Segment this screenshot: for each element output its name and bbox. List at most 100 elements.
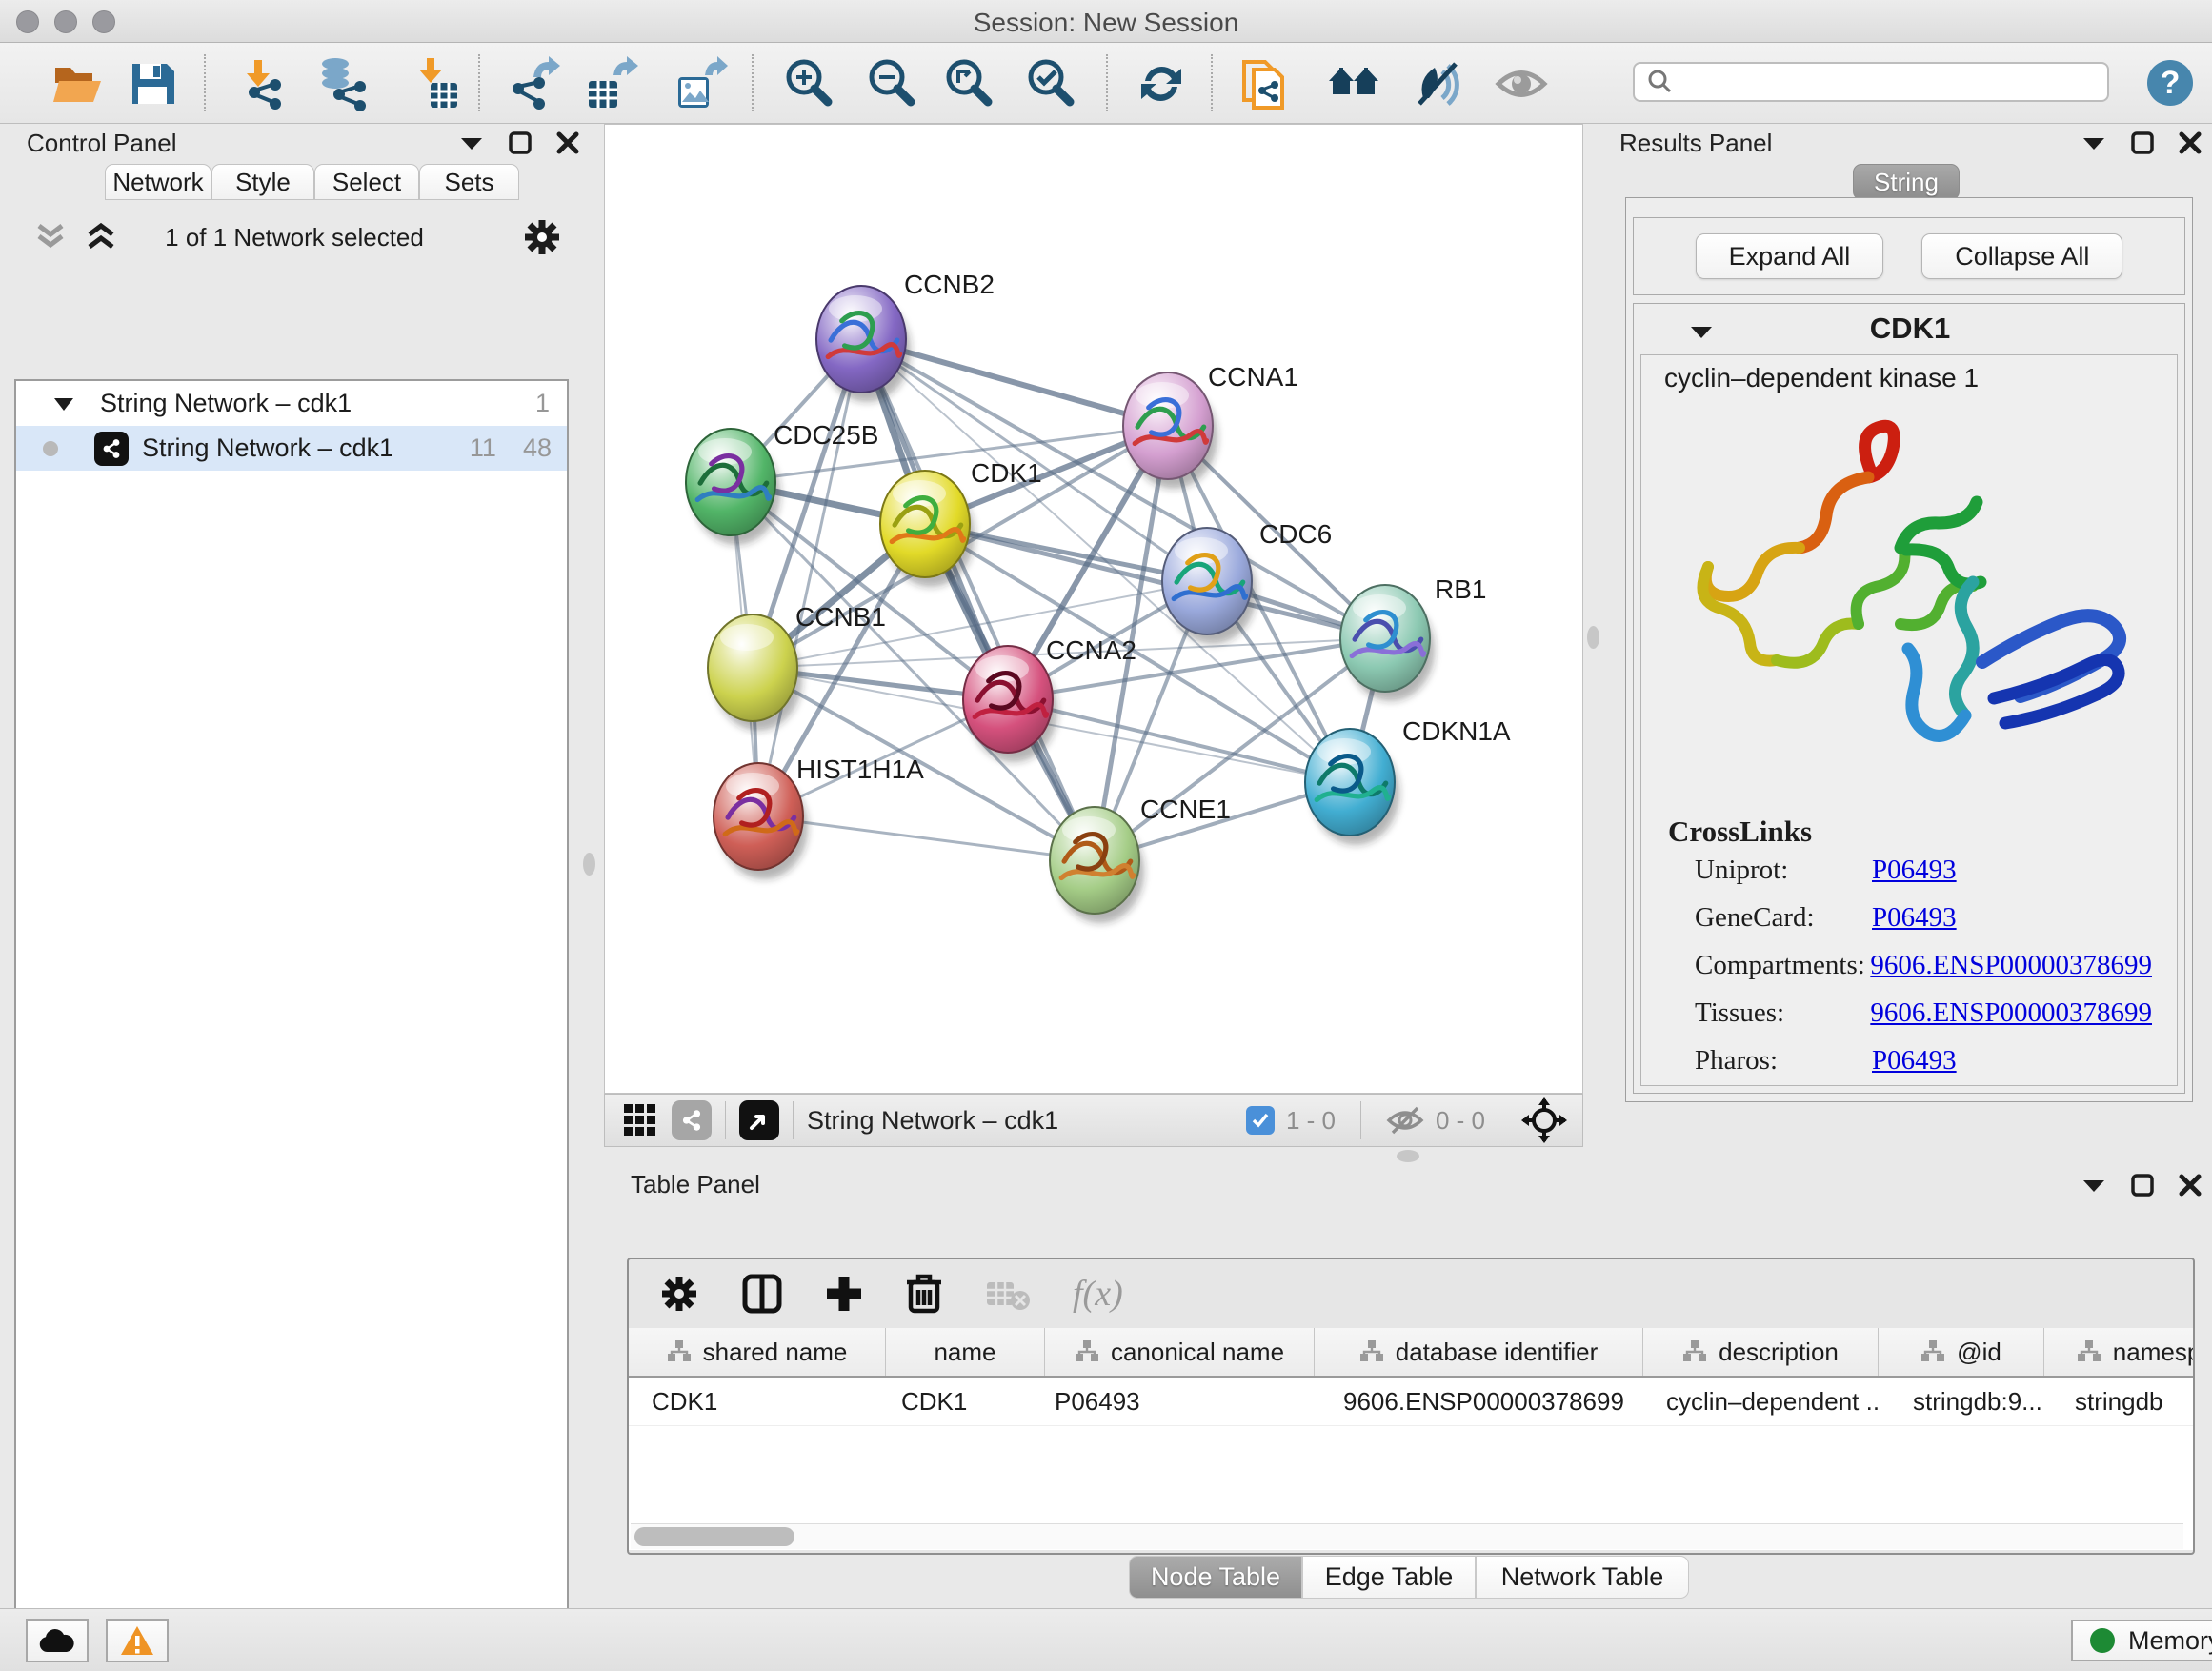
delete-table-icon[interactable]: [985, 1277, 1031, 1311]
birdseye-toggle-icon[interactable]: [739, 1100, 779, 1140]
grid-view-icon[interactable]: [622, 1102, 658, 1138]
toolbar-separator: [1211, 54, 1213, 111]
sort-hierarchy-icon: [1359, 1339, 1384, 1364]
crosslinks-list: Uniprot:P06493 GeneCard:P06493 Compartme…: [1695, 855, 2152, 1077]
column-header[interactable]: namespace: [2044, 1328, 2195, 1376]
panel-close-icon[interactable]: [2179, 131, 2202, 154]
panel-close-icon[interactable]: [556, 131, 579, 154]
panel-float-icon[interactable]: [2131, 131, 2154, 154]
network-collection-label: String Network – cdk1: [100, 389, 352, 418]
collapse-all-button[interactable]: Collapse All: [1921, 233, 2122, 279]
table-row[interactable]: CDK1 CDK1 P06493 9606.ENSP00000378699 cy…: [629, 1378, 2193, 1426]
export-network-icon[interactable]: [505, 56, 560, 111]
memory-button[interactable]: Memory: [2071, 1620, 2212, 1661]
tab-network[interactable]: Network: [105, 164, 211, 200]
table-header-row: shared name name canonical name database…: [629, 1328, 2193, 1378]
column-header[interactable]: description: [1643, 1328, 1879, 1376]
crosslink-pharos[interactable]: P06493: [1872, 1045, 1957, 1077]
column-header[interactable]: shared name: [629, 1328, 886, 1376]
column-header[interactable]: database identifier: [1315, 1328, 1643, 1376]
tab-select[interactable]: Select: [314, 164, 419, 200]
cloud-button[interactable]: [26, 1619, 89, 1662]
refresh-icon[interactable]: [1134, 56, 1189, 111]
export-image-icon[interactable]: [673, 56, 728, 111]
right-splitter-handle[interactable]: [1587, 626, 1599, 649]
svg-text:CCNB1: CCNB1: [795, 602, 886, 632]
scrollbar-thumb[interactable]: [634, 1527, 794, 1546]
network-tree-child-row[interactable]: String Network – cdk1 11 48: [16, 426, 567, 471]
delete-column-icon[interactable]: [905, 1273, 943, 1315]
open-folder-icon[interactable]: [50, 56, 105, 111]
show-hide-eye-icon[interactable]: [1494, 56, 1549, 111]
show-columns-icon[interactable]: [741, 1273, 783, 1315]
table-settings-gear-icon[interactable]: [659, 1274, 699, 1314]
tab-sets[interactable]: Sets: [419, 164, 519, 200]
network-selection-status: 1 of 1 Network selected: [0, 223, 589, 252]
network-view-icon[interactable]: [672, 1100, 712, 1140]
column-header[interactable]: canonical name: [1045, 1328, 1315, 1376]
help-icon[interactable]: ?: [2145, 58, 2195, 108]
zoom-selected-icon[interactable]: [1023, 56, 1078, 111]
expand-all-button[interactable]: Expand All: [1696, 233, 1884, 279]
function-builder-icon[interactable]: f(x): [1073, 1273, 1123, 1315]
crosslink-tissues[interactable]: 9606.ENSP00000378699: [1870, 997, 2152, 1029]
tab-network-table[interactable]: Network Table: [1476, 1556, 1689, 1599]
column-header[interactable]: name: [886, 1328, 1045, 1376]
crosslink-row: GeneCard:P06493: [1695, 902, 2152, 934]
network-tree-root-row[interactable]: String Network – cdk1 1: [16, 381, 567, 426]
svg-text:CCNA2: CCNA2: [1046, 635, 1136, 665]
save-icon[interactable]: [125, 56, 180, 111]
results-panel-buttons: [2081, 131, 2202, 154]
panel-float-icon[interactable]: [2131, 1174, 2154, 1197]
tree-expand-icon[interactable]: [52, 395, 75, 413]
panel-collapse-icon[interactable]: [2081, 134, 2106, 151]
add-column-icon[interactable]: [825, 1275, 863, 1313]
results-panel-title: Results Panel: [1619, 129, 1772, 158]
network-canvas[interactable]: CCNB2CCNA1CDC25BCDK1CDC6RB1CCNB1CCNA2CDK…: [604, 124, 1583, 1094]
crosslinks-title: CrossLinks: [1668, 815, 1812, 849]
panel-close-icon[interactable]: [2179, 1174, 2202, 1197]
export-table-icon[interactable]: [583, 56, 638, 111]
column-header[interactable]: @id: [1879, 1328, 2044, 1376]
import-network-database-icon[interactable]: [314, 56, 370, 111]
warnings-button[interactable]: [106, 1619, 169, 1662]
fit-content-crosshair-icon[interactable]: [1521, 1097, 1567, 1143]
table-horizontal-scrollbar[interactable]: [631, 1523, 2183, 1549]
bottom-splitter-handle[interactable]: [1397, 1150, 1419, 1162]
protein-structure-image: [1679, 413, 2146, 794]
tab-node-table[interactable]: Node Table: [1129, 1556, 1302, 1599]
search-field[interactable]: [1633, 62, 2109, 102]
panel-float-icon[interactable]: [509, 131, 532, 154]
string-home-icon[interactable]: [1326, 56, 1381, 111]
zoom-fit-icon[interactable]: [941, 56, 996, 111]
crosslink-compartments[interactable]: 9606.ENSP00000378699: [1870, 950, 2152, 981]
network-options-gear-icon[interactable]: [522, 217, 562, 257]
tab-string[interactable]: String: [1853, 164, 1960, 200]
svg-text:CCNE1: CCNE1: [1140, 795, 1231, 824]
svg-text:CDKN1A: CDKN1A: [1402, 716, 1511, 746]
zoom-out-icon[interactable]: [864, 56, 919, 111]
edge-count: 48: [523, 433, 552, 463]
tab-edge-table[interactable]: Edge Table: [1302, 1556, 1476, 1599]
import-table-icon[interactable]: [410, 56, 465, 111]
statusbar-separator: [793, 1101, 794, 1139]
cloud-icon: [38, 1627, 76, 1654]
crosslink-genecard[interactable]: P06493: [1872, 902, 1957, 934]
svg-text:CDC25B: CDC25B: [774, 420, 878, 450]
enrichment-eye-slash-icon[interactable]: [1410, 56, 1465, 111]
crosslink-uniprot[interactable]: P06493: [1872, 855, 1957, 886]
hidden-eye-slash-icon[interactable]: [1386, 1105, 1424, 1136]
title-bar: Session: New Session: [0, 0, 2212, 43]
memory-label: Memory: [2128, 1626, 2212, 1656]
tab-style[interactable]: Style: [211, 164, 314, 200]
selected-checkbox-icon[interactable]: [1246, 1106, 1275, 1135]
zoom-in-icon[interactable]: [781, 56, 836, 111]
search-input[interactable]: [1675, 68, 2088, 96]
panel-collapse-icon[interactable]: [459, 134, 484, 151]
svg-text:CCNA1: CCNA1: [1208, 362, 1298, 392]
left-splitter-handle[interactable]: [583, 853, 595, 876]
toolbar-separator: [204, 54, 206, 111]
panel-collapse-icon[interactable]: [2081, 1177, 2106, 1194]
import-network-icon[interactable]: [233, 56, 289, 111]
share-document-icon[interactable]: [1238, 56, 1294, 111]
